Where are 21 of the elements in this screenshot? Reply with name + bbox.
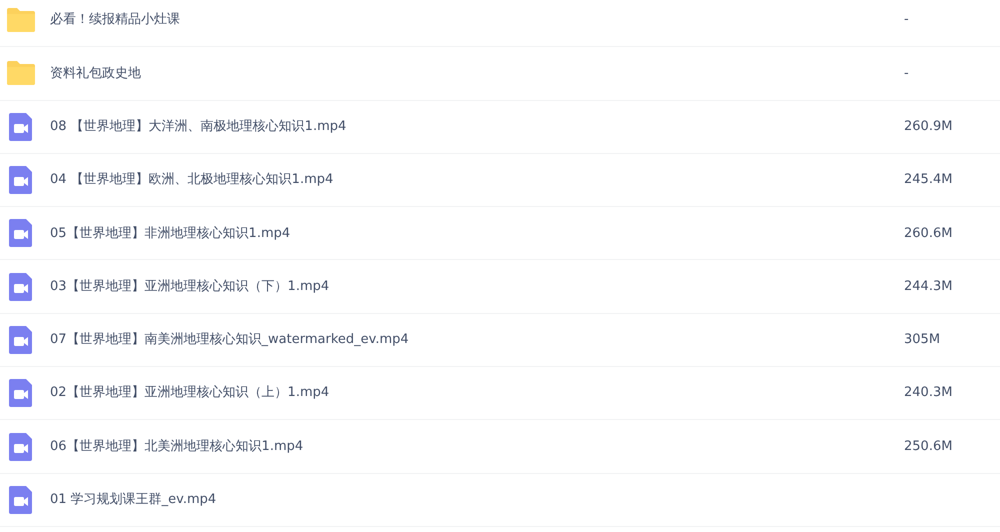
- file-name[interactable]: 资料礼包政史地: [50, 64, 870, 84]
- file-size: 260.6M: [904, 224, 952, 243]
- file-name[interactable]: 01 学习规划课王群_ev.mp4: [50, 490, 870, 510]
- file-name[interactable]: 必看！续报精品小灶课: [50, 10, 870, 30]
- file-name[interactable]: 04 【世界地理】欧洲、北极地理核心知识1.mp4: [50, 170, 870, 190]
- file-size: 240.3M: [904, 384, 952, 402]
- file-name[interactable]: 06【世界地理】北美洲地理核心知识1.mp4: [50, 436, 870, 456]
- folder-icon: [6, 7, 36, 34]
- file-name[interactable]: 03【世界地理】亚洲地理核心知识（下）1.mp4: [50, 276, 870, 296]
- file-size: -: [904, 64, 909, 83]
- file-size: 305M: [904, 331, 940, 350]
- file-size: -: [904, 11, 909, 30]
- file-name[interactable]: 02【世界地理】亚洲地理核心知识（上）1.mp4: [50, 383, 870, 403]
- file-name[interactable]: 05【世界地理】非洲地理核心知识1.mp4: [50, 224, 870, 244]
- file-name[interactable]: 07【世界地理】南美洲地理核心知识_watermarked_ev.mp4: [50, 330, 870, 350]
- folder-icon: [6, 60, 36, 86]
- file-size: 245.4M: [904, 171, 952, 190]
- file-size: 250.6M: [904, 438, 952, 456]
- file-size: 260.9M: [904, 118, 952, 136]
- file-size: 244.3M: [904, 278, 952, 296]
- file-name[interactable]: 08 【世界地理】大洋洲、南极地理核心知识1.mp4: [50, 116, 870, 136]
